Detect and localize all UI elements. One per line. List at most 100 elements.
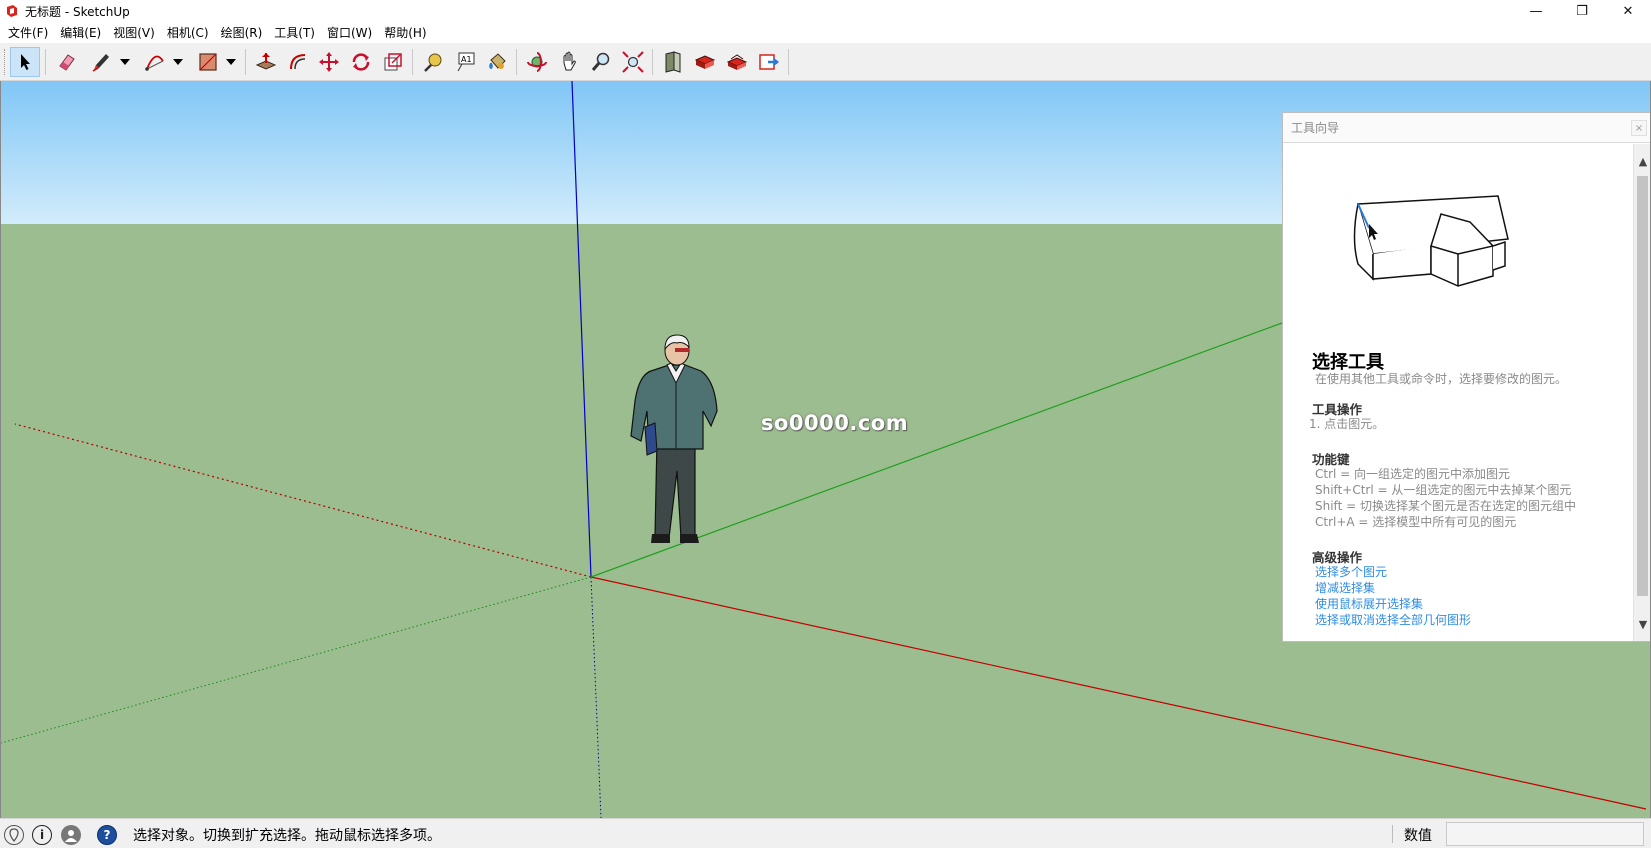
send-to-layout-button[interactable] <box>754 47 784 77</box>
zoom-extents-icon <box>622 51 644 73</box>
credits-info-icon[interactable]: i <box>32 825 52 845</box>
instructor-content: 选择工具 在使用其他工具或命令时，选择要修改的图元。 工具操作 1. 点击图元。… <box>1283 144 1635 641</box>
toolbar-separator <box>412 49 413 75</box>
toolbar-grip[interactable] <box>4 49 7 75</box>
select-tool-illustration <box>1353 195 1509 287</box>
measurements-separator <box>1392 825 1393 843</box>
arc-tool-dropdown[interactable] <box>169 47 187 77</box>
user-account-icon[interactable] <box>61 825 81 845</box>
line-tool-button[interactable] <box>86 47 116 77</box>
window-titlebar: 无标题 - SketchUp — ❐ ✕ <box>0 0 1651 22</box>
drawing-viewport[interactable]: so0000.com 工具向导 × 选择工具 在使用其他工具或命令时，选择要修改… <box>0 81 1651 818</box>
text-icon: A1 <box>457 52 475 72</box>
arc-tool-button[interactable] <box>140 47 170 77</box>
menu-view[interactable]: 视图(V) <box>107 24 161 41</box>
scale-figure-person[interactable] <box>625 331 735 551</box>
rectangle-tool-button[interactable] <box>193 47 223 77</box>
watermark-text: so0000.com <box>761 411 909 435</box>
modifier-key-line: Ctrl = 向一组选定的图元中添加图元 <box>1315 467 1511 481</box>
select-arrow-icon <box>21 54 30 70</box>
restore-button[interactable]: ❐ <box>1559 0 1605 22</box>
instructor-close-button[interactable]: × <box>1631 120 1647 136</box>
menu-tools[interactable]: 工具(T) <box>268 24 321 41</box>
dropdown-arrow-icon <box>173 59 183 65</box>
minimize-button[interactable]: — <box>1513 0 1559 22</box>
measurements-label: 数值 <box>1404 828 1432 844</box>
zoom-extents-tool-button[interactable] <box>618 47 648 77</box>
offset-icon <box>290 54 306 70</box>
blue-axis-line <box>571 81 592 578</box>
toolbar-separator <box>516 49 517 75</box>
status-message: 选择对象。切换到扩充选择。拖动鼠标选择多项。 <box>133 828 441 844</box>
zoom-icon <box>591 52 610 71</box>
instructor-titlebar[interactable]: 工具向导 × <box>1283 113 1650 143</box>
zoom-tool-button[interactable] <box>586 47 616 77</box>
tape-measure-icon <box>424 53 442 72</box>
menu-draw[interactable]: 绘图(R) <box>215 24 269 41</box>
advanced-link[interactable]: 增减选择集 <box>1315 579 1375 596</box>
pan-icon <box>563 51 576 71</box>
scroll-down-icon[interactable]: ▼ <box>1634 615 1650 633</box>
scale-tool-button[interactable] <box>378 47 408 77</box>
instructor-panel: 工具向导 × 选择工具 在使用其他工具或命令时，选择要修改的图元。 工具操作 1… <box>1282 112 1650 642</box>
extension-warehouse-button[interactable] <box>690 47 720 77</box>
advanced-link[interactable]: 使用鼠标展开选择集 <box>1315 595 1423 612</box>
toolbar-separator <box>245 49 246 75</box>
dropdown-arrow-icon <box>120 59 130 65</box>
tape-measure-tool-button[interactable] <box>418 47 448 77</box>
orbit-icon <box>527 52 547 72</box>
window-title: 无标题 - SketchUp <box>25 4 130 19</box>
eraser-tool-button[interactable] <box>52 47 82 77</box>
layout-icon <box>726 54 748 70</box>
rectangle-tool-dropdown[interactable] <box>222 47 240 77</box>
3d-warehouse-button[interactable] <box>658 47 688 77</box>
menu-file[interactable]: 文件(F) <box>2 24 54 41</box>
pencil-line-icon <box>92 54 109 72</box>
eraser-icon <box>59 54 75 71</box>
text-tool-button[interactable]: A1 <box>450 47 480 77</box>
tool-description: 在使用其他工具或命令时，选择要修改的图元。 <box>1315 372 1568 386</box>
menu-window[interactable]: 窗口(W) <box>321 24 378 41</box>
scroll-up-icon[interactable]: ▲ <box>1634 152 1650 170</box>
menu-edit[interactable]: 编辑(E) <box>54 24 107 41</box>
pan-tool-button[interactable] <box>554 47 584 77</box>
menu-help[interactable]: 帮助(H) <box>378 24 432 41</box>
arc-icon <box>145 55 164 71</box>
select-tool-button[interactable] <box>10 47 40 77</box>
extension-warehouse-icon <box>694 55 716 69</box>
scale-icon <box>384 53 402 71</box>
help-icon[interactable]: ? <box>97 825 117 845</box>
instructor-scrollbar[interactable]: ▲ ▼ <box>1633 144 1650 641</box>
dropdown-arrow-icon <box>226 59 236 65</box>
close-window-button[interactable]: ✕ <box>1605 0 1651 22</box>
menu-camera[interactable]: 相机(C) <box>161 24 215 41</box>
advanced-link[interactable]: 选择或取消选择全部几何图形 <box>1315 611 1471 628</box>
status-bar: i ? 选择对象。切换到扩充选择。拖动鼠标选择多项。 数值 <box>0 818 1651 848</box>
line-tool-dropdown[interactable] <box>116 47 134 77</box>
3d-warehouse-icon <box>665 51 681 73</box>
modifier-key-line: Ctrl+A = 选择模型中所有可见的图元 <box>1315 515 1517 529</box>
rotate-icon <box>352 53 370 71</box>
instructor-title: 工具向导 <box>1291 121 1340 135</box>
orbit-tool-button[interactable] <box>522 47 552 77</box>
operation-step: 1. 点击图元。 <box>1309 417 1385 431</box>
window-controls: — ❐ ✕ <box>1513 0 1651 22</box>
red-axis-negative-line <box>14 423 592 578</box>
modifier-key-line: Shift = 切换选择某个图元是否在选定的图元组中 <box>1315 499 1576 513</box>
geo-location-icon[interactable] <box>4 825 24 845</box>
toolbar-separator <box>45 49 46 75</box>
advanced-link[interactable]: 选择多个图元 <box>1315 563 1387 580</box>
svg-text:A1: A1 <box>461 55 472 64</box>
toolbar-separator <box>788 49 789 75</box>
paint-bucket-tool-button[interactable] <box>482 47 512 77</box>
green-axis-negative-line <box>1 576 592 744</box>
rectangle-icon <box>199 53 217 71</box>
move-tool-button[interactable] <box>314 47 344 77</box>
push-pull-tool-button[interactable] <box>251 47 281 77</box>
measurements-input[interactable] <box>1446 822 1644 846</box>
layout-button[interactable] <box>722 47 752 77</box>
rotate-tool-button[interactable] <box>346 47 376 77</box>
scroll-thumb[interactable] <box>1637 176 1648 596</box>
push-pull-icon <box>255 53 277 70</box>
offset-tool-button[interactable] <box>283 47 313 77</box>
